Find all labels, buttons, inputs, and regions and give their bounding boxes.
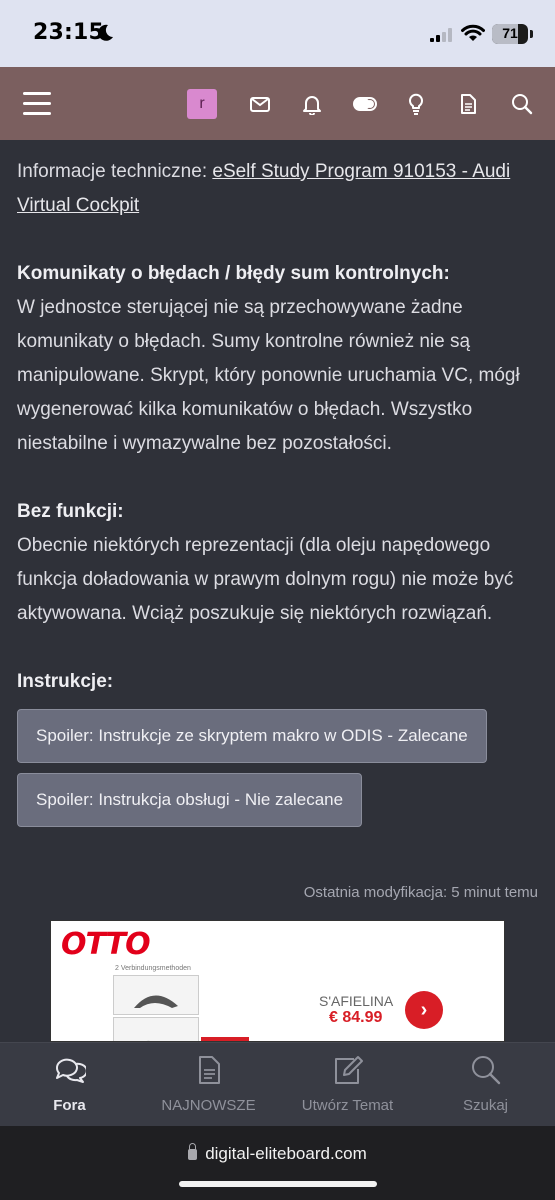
url-display[interactable]: digital-eliteboard.com [0,1143,555,1164]
chat-bubbles-icon [55,1058,86,1083]
ad-price: € 84.99 [329,1009,383,1026]
lightbulb-icon[interactable] [405,93,427,115]
nav-label-fora: Fora [53,1097,86,1114]
errors-text: W jednostce sterującej nie są przechowyw… [17,297,520,454]
toggle-icon[interactable] [353,93,377,115]
post-content: Informacje techniczne: eSelf Study Progr… [17,140,542,827]
ad-next-button[interactable]: › [405,991,443,1029]
nav-label-search: Szukaj [462,1097,509,1114]
home-indicator[interactable] [179,1181,377,1187]
document-icon[interactable] [457,93,479,115]
nofunc-heading: Bez funkcji: [17,495,542,529]
browser-url-bar[interactable]: digital-eliteboard.com [0,1126,555,1200]
search-icon [471,1056,500,1085]
moon-icon [98,24,113,41]
bell-icon[interactable] [301,93,323,115]
nav-item-create-topic[interactable]: Utwórz Temat [278,1043,417,1127]
url-text: digital-eliteboard.com [205,1144,367,1163]
ad-product-image [113,975,199,1015]
signal-icon [430,28,452,42]
ad-logo: OTTO [61,927,151,962]
last-modified-note: Ostatnia modyfikacja: 5 minut temu [303,884,538,901]
nav-item-search[interactable]: Szukaj [416,1043,555,1127]
instructions-heading: Instrukcje: [17,665,542,699]
spoiler-macro-script-button[interactable]: Spoiler: Instrukcje ze skryptem makro w … [17,709,487,763]
ad-product-image-2 [113,1017,199,1041]
wifi-icon [461,24,485,41]
edit-icon [334,1056,363,1084]
app-header: r [0,67,555,140]
product-shape-icon [134,995,178,1008]
nofunc-heading-text: Bez funkcji: [17,501,124,522]
avatar[interactable]: r [187,89,217,119]
battery-level-text: 71 [502,25,518,41]
menu-icon[interactable] [23,92,51,116]
bottom-navigation: Fora NAJNOWSZE Utwórz Temat Szukaj [0,1042,555,1126]
nav-item-najnowsze[interactable]: NAJNOWSZE [139,1043,278,1127]
spoiler-manual-button[interactable]: Spoiler: Instrukcja obsługi - Nie zaleca… [17,773,363,827]
product-shape-icon-2 [148,1040,150,1041]
battery-cap [530,30,533,38]
tech-info-paragraph: Informacje techniczne: eSelf Study Progr… [17,155,542,223]
errors-heading: Komunikaty o błędach / błędy sum kontrol… [17,257,542,291]
status-bar: 23:15 71 [0,0,555,67]
lock-icon [188,1143,198,1160]
tech-info-label: Informacje techniczne: [17,161,208,182]
ad-subtitle: 2 Verbindungsmethoden [115,965,191,972]
status-time: 23:15 [33,20,105,45]
errors-heading-text: Komunikaty o błędach / błędy sum kontrol… [17,263,450,284]
nav-label-create-topic: Utwórz Temat [301,1097,394,1114]
mail-icon[interactable] [249,93,271,115]
battery-indicator: 71 [492,24,528,44]
ad-brand: S'AFIELINA [319,993,394,1009]
document-icon [198,1056,220,1084]
instructions-heading-text: Instrukcje: [17,671,114,692]
nav-item-fora[interactable]: Fora [0,1043,139,1127]
nofunc-text: Obecnie niektórych reprezentacji (dla ol… [17,535,514,624]
nav-label-najnowsze: NAJNOWSZE [161,1097,256,1114]
advertisement-banner[interactable]: OTTO 2 Verbindungsmethoden S'AFIELINA € … [50,920,505,1042]
search-icon[interactable] [511,93,533,115]
